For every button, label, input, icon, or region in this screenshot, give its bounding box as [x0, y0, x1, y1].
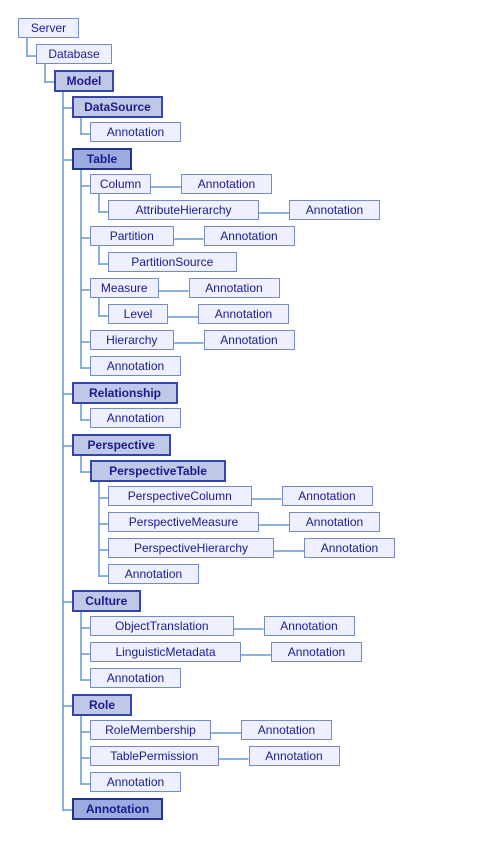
node-database: Database: [36, 44, 112, 64]
annotation-right-partition: Annotation: [204, 226, 295, 246]
node-annotation7: Annotation: [72, 798, 163, 820]
annotation-right-perspectivehierarchy: Annotation: [304, 538, 395, 558]
node-perspectivehierarchy: PerspectiveHierarchy: [108, 538, 274, 558]
node-role: Role: [72, 694, 132, 716]
node-annotation4: Annotation: [108, 564, 199, 584]
node-attributehierarchy: AttributeHierarchy: [108, 200, 259, 220]
annotation-right-attributehierarchy: Annotation: [289, 200, 380, 220]
tree-root: Server Database Model DataSource Annotation T…: [10, 10, 490, 846]
node-annotation6: Annotation: [90, 772, 181, 792]
node-perspectivemeasure: PerspectiveMeasure: [108, 512, 259, 532]
node-hierarchy: Hierarchy: [90, 330, 174, 350]
node-partitionsource: PartitionSource: [108, 252, 237, 272]
tree-container: Server Database Model DataSource Annotation T…: [0, 0, 500, 856]
annotation-right-measure: Annotation: [189, 278, 280, 298]
node-annotation1: Annotation: [90, 122, 181, 142]
node-annotation3: Annotation: [90, 408, 181, 428]
annotation-right-perspectivemeasure: Annotation: [289, 512, 380, 532]
node-datasource: DataSource: [72, 96, 163, 118]
node-table: Table: [72, 148, 132, 170]
annotation-right-objecttranslation: Annotation: [264, 616, 355, 636]
node-annotation5: Annotation: [90, 668, 181, 688]
node-relationship: Relationship: [72, 382, 178, 404]
node-tablepermission: TablePermission: [90, 746, 219, 766]
node-objecttranslation: ObjectTranslation: [90, 616, 234, 636]
node-partition: Partition: [90, 226, 174, 246]
node-server: Server: [18, 18, 79, 38]
annotation-right-hierarchy: Annotation: [204, 330, 295, 350]
node-perspectivetable: PerspectiveTable: [90, 460, 226, 482]
node-column: Column: [90, 174, 151, 194]
annotation-right-level: Annotation: [198, 304, 289, 324]
node-perspective: Perspective: [72, 434, 171, 456]
node-level: Level: [108, 304, 168, 324]
node-measure: Measure: [90, 278, 159, 298]
node-culture: Culture: [72, 590, 141, 612]
annotation-right-rolemembership: Annotation: [241, 720, 332, 740]
node-model: Model: [54, 70, 114, 92]
annotation-right-tablepermission: Annotation: [249, 746, 340, 766]
node-perspectivecolumn: PerspectiveColumn: [108, 486, 252, 506]
node-linguisticmetadata: LinguisticMetadata: [90, 642, 241, 662]
annotation-right-perspectivecolumn: Annotation: [282, 486, 373, 506]
node-annotation2: Annotation: [90, 356, 181, 376]
annotation-right-linguisticmetadata: Annotation: [271, 642, 362, 662]
annotation-right-column: Annotation: [181, 174, 272, 194]
node-rolemembership: RoleMembership: [90, 720, 211, 740]
